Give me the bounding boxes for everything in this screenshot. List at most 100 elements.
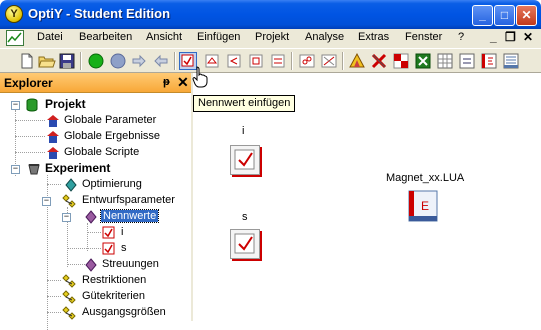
menu-help[interactable]: ? xyxy=(458,31,464,43)
tree-label: Experiment xyxy=(45,161,111,175)
tree-label: Entwurfsparameter xyxy=(82,194,175,206)
tree-label: s xyxy=(121,242,127,254)
menu-ansicht[interactable]: Ansicht xyxy=(146,31,182,43)
insert-scatter-icon[interactable] xyxy=(298,52,316,70)
toolbar-separator xyxy=(291,52,293,70)
nominal-value-icon xyxy=(234,233,255,254)
tree-node-ausgangsgroessen[interactable]: Ausgangsgrößen xyxy=(0,305,190,321)
nominal-value-block-s[interactable] xyxy=(230,229,260,259)
tree-label: Globale Scripte xyxy=(64,146,140,158)
outputs-icon xyxy=(62,306,76,320)
mdi-minimize-button[interactable]: _ xyxy=(490,30,497,44)
tree-node-s[interactable]: s xyxy=(0,241,190,257)
maximize-button[interactable]: □ xyxy=(494,5,515,26)
menu-extras[interactable]: Extras xyxy=(358,31,389,43)
new-document-icon[interactable] xyxy=(18,52,36,70)
window-title: OptiY - Student Edition xyxy=(28,6,171,21)
nominal-value-i-icon xyxy=(102,226,115,239)
block-label-s: s xyxy=(242,211,248,223)
tree-label: Streuungen xyxy=(102,258,159,270)
tree-node-globale-parameter[interactable]: Globale Parameter xyxy=(0,113,190,129)
document-window-icon[interactable] xyxy=(6,30,24,46)
menu-datei[interactable]: Datei xyxy=(37,31,63,43)
app-logo-icon[interactable]: Y xyxy=(5,5,23,23)
mdi-restore-button[interactable]: ❐ xyxy=(505,30,516,44)
tree-label: Restriktionen xyxy=(82,274,147,286)
menu-bearbeiten[interactable]: Bearbeiten xyxy=(79,31,132,43)
stop-icon[interactable] xyxy=(109,52,127,70)
tree-label: Ausgangsgrößen xyxy=(82,306,166,318)
tree-node-optimierung[interactable]: Optimierung xyxy=(0,177,190,193)
pin-icon[interactable]: ᵽ xyxy=(163,76,170,88)
project-tree: − Projekt Globale Parameter Globale Erge… xyxy=(0,95,191,330)
explorer-close-button[interactable]: ✕ xyxy=(177,74,189,91)
insert-cross-icon[interactable] xyxy=(370,52,388,70)
tree-label: Globale Parameter xyxy=(64,114,157,126)
lua-script-block[interactable]: E xyxy=(408,190,438,222)
insert-criterion-icon[interactable] xyxy=(225,52,243,70)
block-label-i: i xyxy=(242,125,245,137)
script-block-label: Magnet_xx.LUA xyxy=(386,172,465,184)
close-button[interactable]: ✕ xyxy=(516,5,537,26)
toolbar-separator xyxy=(342,52,344,70)
tree-node-streuungen[interactable]: Streuungen xyxy=(0,257,190,273)
step-back-icon[interactable] xyxy=(152,52,170,70)
tree-label: Gütekriterien xyxy=(82,290,145,302)
criteria-icon xyxy=(62,290,76,304)
tree-label-selected: Nennwerte xyxy=(99,209,160,223)
collapse-icon[interactable]: − xyxy=(11,101,20,110)
insert-chain-icon[interactable] xyxy=(269,52,287,70)
tree-node-projekt[interactable]: − Projekt xyxy=(0,97,190,113)
step-forward-icon[interactable] xyxy=(130,52,148,70)
nominal-values-icon xyxy=(85,210,97,224)
menu-bar: Datei Bearbeiten Ansicht Einfügen Projek… xyxy=(0,29,541,48)
insert-excel-icon[interactable] xyxy=(414,52,432,70)
insert-output-icon[interactable] xyxy=(247,52,265,70)
tree-node-experiment[interactable]: − Experiment xyxy=(0,161,190,177)
insert-split-icon[interactable] xyxy=(392,52,410,70)
tree-node-nennwerte[interactable]: − Nennwerte xyxy=(0,209,190,225)
tree-label: Globale Ergebnisse xyxy=(64,130,161,142)
tree-node-entwurfsparameter[interactable]: − Entwurfsparameter xyxy=(0,193,190,209)
tree-node-restriktionen[interactable]: Restriktionen xyxy=(0,273,190,289)
open-folder-icon[interactable] xyxy=(38,52,56,70)
menu-fenster[interactable]: Fenster xyxy=(405,31,442,43)
tree-node-globale-ergebnisse[interactable]: Globale Ergebnisse xyxy=(0,129,190,145)
hand-cursor-icon xyxy=(192,66,208,88)
insert-ncom-icon[interactable] xyxy=(458,52,476,70)
insert-triangle-icon[interactable] xyxy=(348,52,366,70)
tree-label: Optimierung xyxy=(82,178,142,190)
design-parameter-icon xyxy=(62,194,76,208)
menu-einfuegen[interactable]: Einfügen xyxy=(197,31,240,43)
mdi-close-button[interactable]: ✕ xyxy=(523,30,533,44)
insert-histogram-icon[interactable] xyxy=(320,52,338,70)
parameter-house-icon xyxy=(47,115,59,127)
result-house-icon xyxy=(47,131,59,143)
menu-projekt[interactable]: Projekt xyxy=(255,31,289,43)
collapse-icon[interactable]: − xyxy=(62,213,71,222)
collapse-icon[interactable]: − xyxy=(42,197,51,206)
tree-node-guetekriterien[interactable]: Gütekriterien xyxy=(0,289,190,305)
script-glyph: E xyxy=(421,199,429,213)
menu-analyse[interactable]: Analyse xyxy=(305,31,344,43)
nominal-value-icon xyxy=(234,149,255,170)
toolbar-separator xyxy=(80,52,82,70)
save-icon[interactable] xyxy=(58,52,76,70)
tree-label: i xyxy=(121,226,124,238)
tree-node-i[interactable]: i xyxy=(0,225,190,241)
collapse-icon[interactable]: − xyxy=(11,165,20,174)
insert-matrix-icon[interactable] xyxy=(436,52,454,70)
insert-script-icon[interactable] xyxy=(480,52,498,70)
tree-node-globale-scripte[interactable]: Globale Scripte xyxy=(0,145,190,161)
run-icon[interactable] xyxy=(87,52,105,70)
script-house-icon xyxy=(47,147,59,159)
variations-icon xyxy=(85,258,97,272)
toolbar-separator xyxy=(174,52,176,70)
database-icon xyxy=(26,98,38,112)
explorer-header: Explorer ᵽ ✕ xyxy=(0,73,191,93)
minimize-button[interactable]: _ xyxy=(472,5,493,26)
nominal-value-block-i[interactable] xyxy=(230,145,260,175)
insert-sheet-icon[interactable] xyxy=(502,52,520,70)
explorer-panel: Explorer ᵽ ✕ − Projekt Globale Parameter xyxy=(0,73,193,330)
nominal-value-s-icon xyxy=(102,242,115,255)
